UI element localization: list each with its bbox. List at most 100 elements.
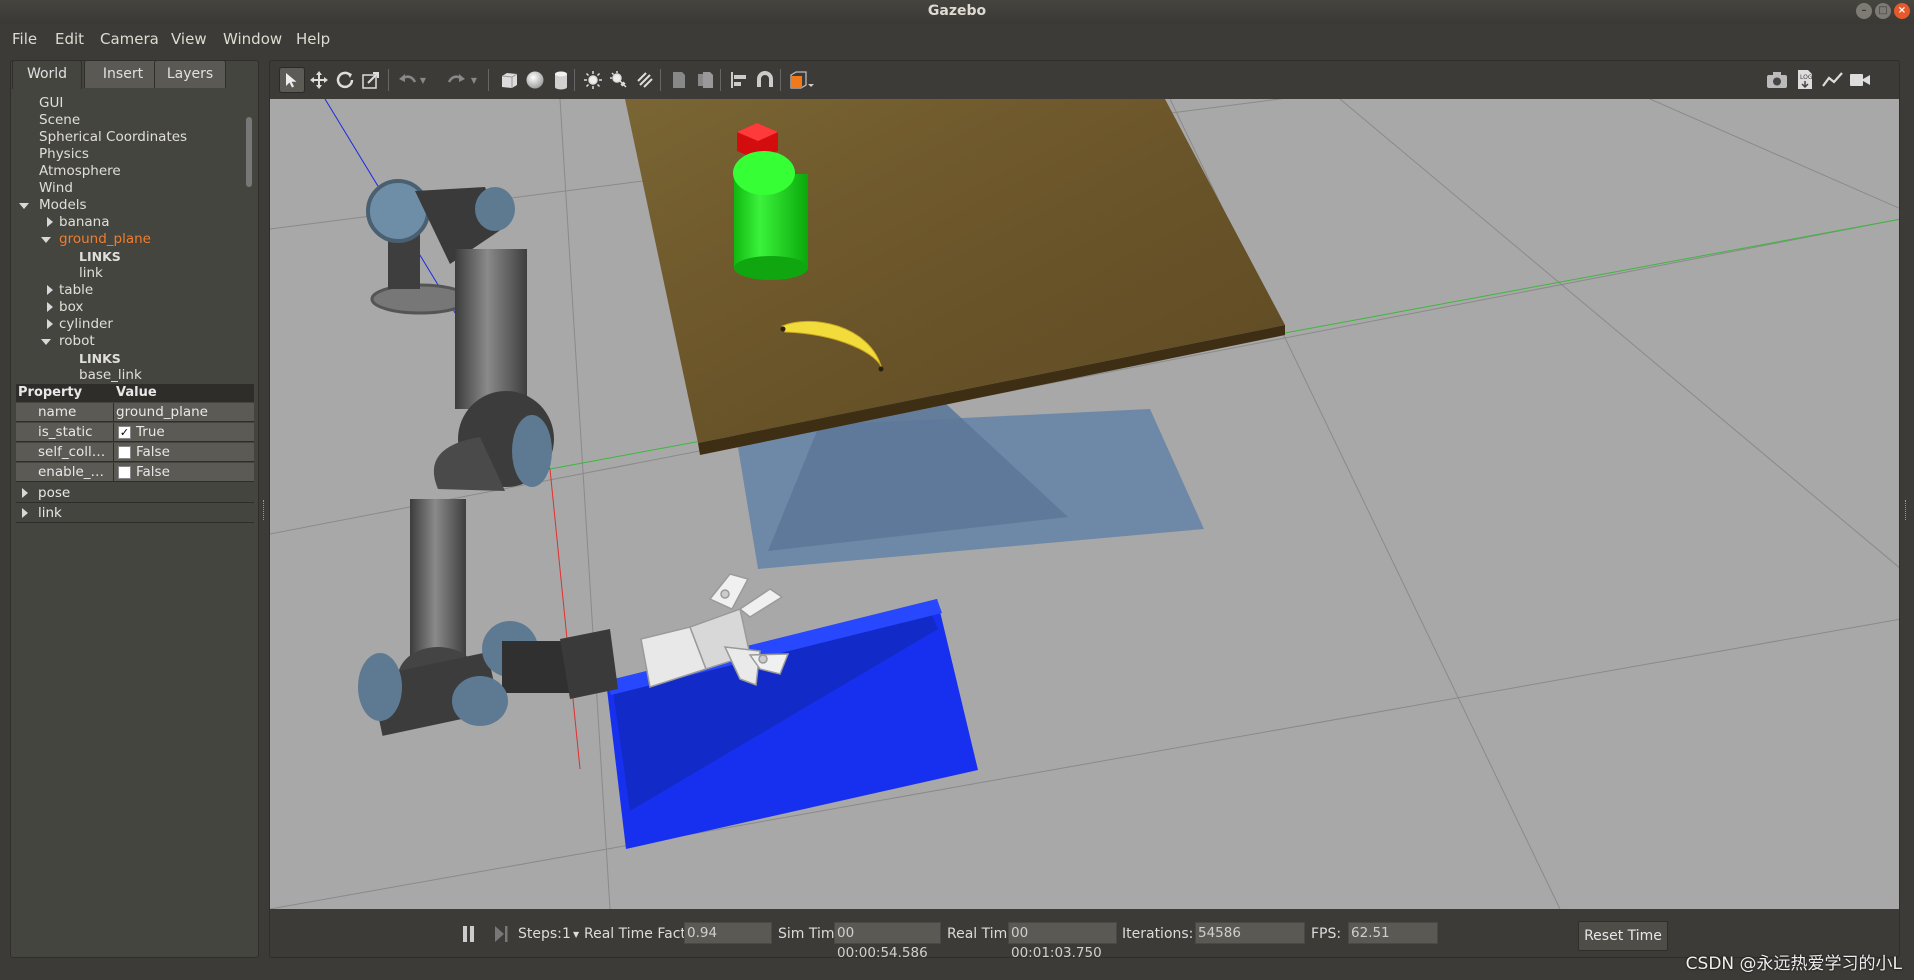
menu-file[interactable]: File	[12, 30, 37, 48]
property-row-name[interactable]: name ground_plane	[16, 403, 254, 422]
tree-item-wind[interactable]: Wind	[39, 180, 73, 197]
maximize-icon[interactable]: □	[1875, 3, 1891, 19]
property-name: self_coll…	[38, 444, 106, 460]
value-column-header: Value	[116, 385, 157, 400]
point-light-icon[interactable]	[580, 67, 606, 93]
enable-wind-checkbox[interactable]	[118, 466, 131, 479]
tree-item-physics[interactable]: Physics	[39, 146, 89, 163]
expand-arrow-icon[interactable]	[19, 203, 29, 209]
scene-render[interactable]	[270, 61, 1900, 910]
scale-icon[interactable]	[358, 67, 384, 93]
collapse-arrow-icon[interactable]	[47, 319, 53, 329]
tree-item-ground-plane[interactable]: ground_plane	[59, 231, 151, 248]
tree-item-scene[interactable]: Scene	[39, 112, 80, 129]
sphere-shape-icon[interactable]	[522, 67, 548, 93]
screenshot-icon[interactable]	[1764, 67, 1790, 93]
property-value: False	[136, 444, 170, 460]
tree-item-banana[interactable]: banana	[59, 214, 110, 231]
snap-magnet-icon[interactable]	[752, 67, 778, 93]
collapse-arrow-icon[interactable]	[47, 217, 53, 227]
rotate-icon[interactable]	[332, 67, 358, 93]
plot-icon[interactable]	[1820, 67, 1846, 93]
paste-icon[interactable]	[692, 67, 718, 93]
property-value: True	[136, 424, 165, 440]
world-tree[interactable]: GUI Scene Spherical Coordinates Physics …	[11, 95, 247, 389]
property-row-self-collide[interactable]: self_coll… False	[16, 443, 254, 462]
undo-dropdown-icon[interactable]: ▼	[416, 67, 430, 93]
collapse-arrow-icon[interactable]	[47, 302, 53, 312]
property-group-link[interactable]: link	[16, 504, 254, 523]
box-shape-icon[interactable]	[496, 67, 522, 93]
align-icon[interactable]	[726, 67, 752, 93]
property-group-pose[interactable]: pose	[16, 484, 254, 503]
watermark-text: CSDN @永远热爱学习的小L	[1685, 954, 1902, 974]
reset-time-button[interactable]: Reset Time	[1578, 921, 1668, 951]
collapse-arrow-icon[interactable]	[22, 488, 28, 498]
property-row-is-static[interactable]: is_static ✓ True	[16, 423, 254, 442]
fps-field: 62.51	[1348, 922, 1438, 944]
tree-item-gui[interactable]: GUI	[39, 95, 63, 112]
log-icon[interactable]: LOG	[1792, 67, 1818, 93]
menubar: File Edit Camera View Window Help	[0, 26, 1914, 54]
window-title: Gazebo	[927, 3, 987, 19]
expand-arrow-icon[interactable]	[41, 339, 51, 345]
tab-world[interactable]: World	[12, 60, 82, 89]
video-record-icon[interactable]	[1847, 67, 1873, 93]
property-row-enable-wind[interactable]: enable_… False	[16, 463, 254, 482]
expand-arrow-icon[interactable]	[41, 237, 51, 243]
menu-window[interactable]: Window	[223, 30, 282, 48]
menu-edit[interactable]: Edit	[55, 30, 84, 48]
collapse-arrow-icon[interactable]	[22, 508, 28, 518]
sim-time-field: 00 00:00:54.586	[834, 922, 941, 957]
redo-dropdown-icon[interactable]: ▼	[467, 67, 481, 93]
tree-item-cylinder[interactable]: cylinder	[59, 316, 113, 333]
tree-item-table[interactable]: table	[59, 282, 93, 299]
tab-insert[interactable]: Insert	[84, 60, 162, 88]
view-angle-icon[interactable]	[784, 67, 818, 93]
spot-light-icon[interactable]	[606, 67, 632, 93]
scene-toolbar: ▼ ▼ LOG	[270, 61, 1899, 99]
collapse-arrow-icon[interactable]	[47, 285, 53, 295]
menu-camera[interactable]: Camera	[100, 30, 159, 48]
group-label: link	[38, 505, 62, 521]
property-name: is_static	[38, 424, 93, 440]
property-value: False	[136, 464, 170, 480]
simulation-bar: Steps: 1 ▼ Real Time Factor: 0.94 Sim Ti…	[270, 909, 1899, 957]
step-icon[interactable]	[488, 921, 514, 947]
iterations-field: 54586	[1195, 922, 1305, 944]
tree-item-models[interactable]: Models	[39, 197, 87, 214]
panel-splitter-right[interactable]	[1905, 500, 1908, 520]
self-collide-checkbox[interactable]	[118, 446, 131, 459]
property-column-header: Property	[18, 385, 83, 400]
tab-layers[interactable]: Layers	[154, 60, 226, 88]
tree-item-box[interactable]: box	[59, 299, 83, 316]
robot-arm-model	[358, 179, 618, 736]
property-name: name	[38, 404, 77, 420]
copy-icon[interactable]	[666, 67, 692, 93]
steps-spinbox[interactable]: 1	[562, 926, 571, 942]
steps-dropdown-icon[interactable]: ▼	[573, 930, 579, 939]
cylinder-shape-icon[interactable]	[548, 67, 574, 93]
close-icon[interactable]: ×	[1894, 3, 1910, 19]
is-static-checkbox[interactable]: ✓	[118, 426, 131, 439]
panel-splitter[interactable]	[263, 500, 266, 520]
tree-scrollbar[interactable]	[246, 117, 252, 187]
directional-light-icon[interactable]	[632, 67, 658, 93]
select-arrow-icon[interactable]	[279, 67, 305, 93]
3d-viewport[interactable]	[270, 61, 1900, 910]
translate-icon[interactable]	[306, 67, 332, 93]
tree-item-spherical-coordinates[interactable]: Spherical Coordinates	[39, 129, 187, 146]
group-label: pose	[38, 485, 71, 501]
table-model	[625, 99, 1285, 455]
menu-view[interactable]: View	[171, 30, 207, 48]
minimize-icon[interactable]: –	[1856, 3, 1872, 19]
window-controls: – □ ×	[1856, 3, 1910, 19]
tree-item-atmosphere[interactable]: Atmosphere	[39, 163, 121, 180]
menu-help[interactable]: Help	[296, 30, 330, 48]
tree-item-link[interactable]: link	[79, 265, 103, 282]
tree-item-robot[interactable]: robot	[59, 333, 95, 350]
pause-icon[interactable]	[456, 921, 482, 947]
tree-item-base-link[interactable]: base_link	[79, 367, 142, 384]
property-header: Property Value	[16, 384, 254, 402]
property-name: enable_…	[38, 464, 105, 480]
